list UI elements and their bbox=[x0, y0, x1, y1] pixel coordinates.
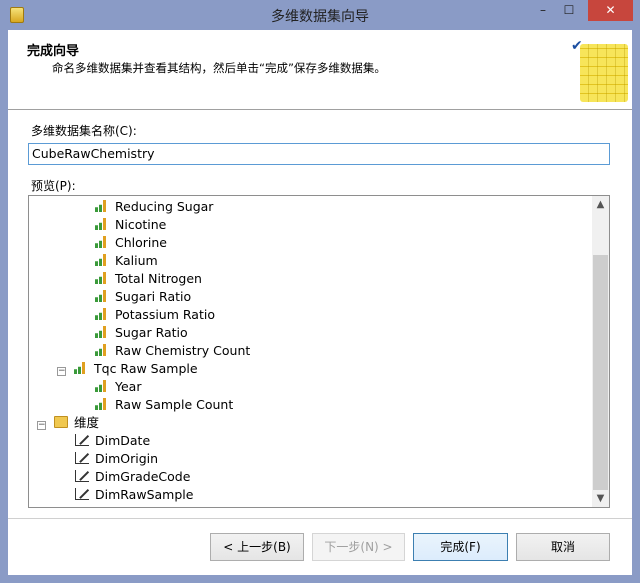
measure-icon bbox=[95, 308, 106, 320]
measure-icon bbox=[95, 254, 106, 266]
measure-icon bbox=[95, 380, 106, 392]
tree-item-measure[interactable]: Total Nitrogen bbox=[95, 270, 202, 288]
maximize-button[interactable]: ☐ bbox=[556, 0, 582, 21]
tree-item-label: Raw Sample Count bbox=[115, 397, 234, 412]
tree-item-measure[interactable]: Potassium Ratio bbox=[95, 306, 215, 324]
dimension-icon bbox=[75, 434, 89, 446]
minimize-button[interactable]: – bbox=[530, 0, 556, 21]
cube-name-input[interactable]: CubeRawChemistry bbox=[28, 143, 610, 165]
scroll-down-arrow[interactable]: ▼ bbox=[592, 490, 609, 507]
tree-item-label: Sugar Ratio bbox=[115, 325, 188, 340]
tree-item-label: Raw Chemistry Count bbox=[115, 343, 251, 358]
tree-item-measure-group[interactable]: − Tqc Raw Sample bbox=[57, 360, 198, 378]
tree-item-label: Potassium Ratio bbox=[115, 307, 215, 322]
tree-item-measure[interactable]: Nicotine bbox=[95, 216, 166, 234]
tree-item-label: Chlorine bbox=[115, 235, 167, 250]
next-button: 下一步(N) > bbox=[312, 533, 405, 561]
tree-item-dimension[interactable]: DimGradeCode bbox=[75, 468, 190, 486]
finish-button[interactable]: 完成(F) bbox=[413, 533, 508, 561]
measure-icon bbox=[95, 200, 106, 212]
tree-item-label: DimRawSample bbox=[95, 487, 194, 502]
tree-item-dimension[interactable]: DimRawSample bbox=[75, 486, 193, 504]
tree-item-dimensions-folder[interactable]: − 维度 bbox=[37, 414, 99, 432]
measure-icon bbox=[95, 326, 106, 338]
tree-item-measure[interactable]: Reducing Sugar bbox=[95, 198, 213, 216]
scroll-thumb[interactable] bbox=[593, 255, 608, 490]
measure-icon bbox=[95, 398, 106, 410]
close-button[interactable]: ✕ bbox=[588, 0, 633, 21]
measure-icon bbox=[95, 272, 106, 284]
collapse-toggle-icon[interactable]: − bbox=[37, 421, 46, 430]
preview-tree[interactable]: ▲ ▼ Reducing Sugar Nicotine Chlorine Kalium… bbox=[28, 195, 610, 508]
tree-item-measure[interactable]: Raw Sample Count bbox=[95, 396, 233, 414]
measure-icon bbox=[95, 290, 106, 302]
tree-item-label: Kalium bbox=[115, 253, 158, 268]
back-button[interactable]: < 上一步(B) bbox=[210, 533, 304, 561]
wizard-client: 完成向导 命名多维数据集并查看其结构，然后单击“完成”保存多维数据集。 ✔ 多维… bbox=[8, 30, 632, 575]
tree-item-label: DimDate bbox=[95, 433, 151, 448]
measure-icon bbox=[95, 236, 106, 248]
cube-icon bbox=[580, 44, 628, 102]
tree-item-label: Year bbox=[115, 379, 142, 394]
tree-item-measure[interactable]: Year bbox=[95, 378, 141, 396]
tree-item-label: Reducing Sugar bbox=[115, 199, 214, 214]
footer-divider bbox=[8, 518, 632, 519]
scroll-up-arrow[interactable]: ▲ bbox=[592, 196, 609, 213]
tree-item-label: 维度 bbox=[74, 415, 100, 430]
folder-icon bbox=[54, 416, 68, 428]
dimension-icon bbox=[75, 488, 89, 500]
tree-item-label: DimOrigin bbox=[95, 451, 159, 466]
tree-item-dimension[interactable]: DimDate bbox=[75, 432, 150, 450]
vertical-scrollbar[interactable]: ▲ ▼ bbox=[592, 196, 609, 507]
tree-item-label: DimGradeCode bbox=[95, 469, 191, 484]
tree-item-measure[interactable]: Sugar Ratio bbox=[95, 324, 188, 342]
tree-item-measure[interactable]: Chlorine bbox=[95, 234, 167, 252]
title-bar: 多维数据集向导 – ☐ ✕ bbox=[0, 0, 640, 30]
tree-item-dimension[interactable]: DimOrigin bbox=[75, 450, 158, 468]
tree-item-label: Nicotine bbox=[115, 217, 167, 232]
tree-item-label: Total Nitrogen bbox=[115, 271, 202, 286]
tree-item-measure[interactable]: Raw Chemistry Count bbox=[95, 342, 250, 360]
tree-item-measure[interactable]: Sugari Ratio bbox=[95, 288, 191, 306]
dimension-icon bbox=[75, 470, 89, 482]
cancel-button[interactable]: 取消 bbox=[516, 533, 610, 561]
measure-group-icon bbox=[74, 362, 85, 374]
measure-icon bbox=[95, 344, 106, 356]
cube-name-label: 多维数据集名称(C): bbox=[31, 124, 137, 138]
page-subtitle: 命名多维数据集并查看其结构，然后单击“完成”保存多维数据集。 bbox=[52, 61, 386, 75]
tree-item-label: Sugari Ratio bbox=[115, 289, 192, 304]
measure-icon bbox=[95, 218, 106, 230]
wizard-header: 完成向导 命名多维数据集并查看其结构，然后单击“完成”保存多维数据集。 ✔ bbox=[8, 30, 632, 110]
page-title: 完成向导 bbox=[27, 44, 80, 59]
dimension-icon bbox=[75, 452, 89, 464]
tree-item-label: Tqc Raw Sample bbox=[94, 361, 198, 376]
preview-label: 预览(P): bbox=[31, 179, 76, 193]
collapse-toggle-icon[interactable]: − bbox=[57, 367, 66, 376]
tree-item-measure[interactable]: Kalium bbox=[95, 252, 158, 270]
